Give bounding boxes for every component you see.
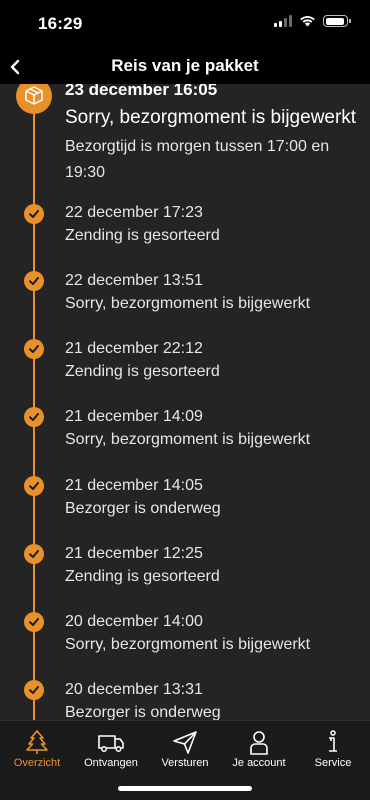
list-item: 20 december 14:00 Sorry, bezorgmoment is… (65, 612, 362, 655)
list-item: 22 december 13:51 Sorry, bezorgmoment is… (65, 271, 362, 314)
tab-overzicht[interactable]: Overzicht (0, 725, 74, 777)
tab-label: Service (314, 757, 352, 769)
checkmark-icon (29, 618, 39, 626)
event-date: 21 december 12:25 (65, 545, 203, 562)
header: 16:29 Reis van je pakket (0, 0, 370, 84)
checkmark-icon (29, 550, 39, 558)
latest-event-detail: Bezorgtijd is morgen tussen 17:00 en 19:… (65, 138, 330, 181)
tab-label: Versturen (161, 757, 209, 769)
battery-icon (323, 15, 351, 27)
event-date: 22 december 17:23 (65, 204, 203, 221)
home-indicator[interactable] (118, 786, 252, 791)
event-date: 21 december 22:12 (65, 340, 203, 357)
tab-ontvangen[interactable]: Ontvangen (74, 725, 148, 777)
info-icon (329, 730, 337, 752)
screen: 16:29 Reis van je pakket 23 december 16:… (0, 0, 370, 800)
tab-service[interactable]: Service (296, 725, 370, 777)
check-node (24, 271, 44, 291)
tab-label: Overzicht (13, 757, 61, 769)
event-title: Sorry, bezorgmoment is bijgewerkt (65, 636, 311, 653)
check-node (24, 544, 44, 564)
check-node (24, 612, 44, 632)
event-date: 20 december 14:00 (65, 613, 203, 630)
check-node (24, 680, 44, 700)
event-title: Sorry, bezorgmoment is bijgewerkt (65, 295, 311, 312)
checkmark-icon (29, 482, 39, 490)
paper-plane-icon (173, 731, 197, 754)
event-date: 22 december 13:51 (65, 272, 203, 289)
status-time: 16:29 (38, 14, 83, 33)
page-title: Reis van je pakket (111, 56, 259, 75)
checkmark-icon (29, 210, 39, 218)
event-date: 20 december 13:31 (65, 681, 203, 698)
event-date: 21 december 14:05 (65, 477, 203, 494)
event-title: Zending is gesorteerd (65, 363, 220, 380)
event-title: Zending is gesorteerd (65, 227, 220, 244)
tab-versturen[interactable]: Versturen (148, 725, 222, 777)
checkmark-icon (29, 686, 39, 694)
checkmark-icon (29, 345, 39, 353)
latest-event-title: Sorry, bezorgmoment is bijgewerkt (65, 107, 357, 128)
latest-event: 23 december 16:05 Sorry, bezorgmoment is… (65, 84, 362, 186)
latest-event-date: 23 december 16:05 (65, 84, 218, 99)
event-title: Sorry, bezorgmoment is bijgewerkt (65, 431, 311, 448)
list-item: 21 december 12:25 Zending is gesorteerd (65, 544, 362, 587)
event-title: Bezorger is onderweg (65, 500, 221, 517)
checkmark-icon (29, 277, 39, 285)
list-item: 22 december 17:23 Zending is gesorteerd (65, 203, 362, 246)
wifi-icon (300, 16, 315, 27)
event-title: Bezorger is onderweg (65, 704, 221, 720)
tree-icon (26, 730, 48, 754)
event-date: 21 december 14:09 (65, 408, 203, 425)
person-icon (250, 731, 268, 755)
package-icon (25, 86, 43, 105)
check-node (24, 476, 44, 496)
check-node (24, 204, 44, 224)
tracking-timeline: 23 december 16:05 Sorry, bezorgmoment is… (0, 84, 370, 720)
list-item: 21 december 14:05 Bezorger is onderweg (65, 476, 362, 519)
check-node (24, 407, 44, 427)
list-item: 20 december 13:31 Bezorger is onderweg (65, 680, 362, 720)
check-node (24, 339, 44, 359)
status-icons (274, 15, 351, 27)
list-item: 21 december 14:09 Sorry, bezorgmoment is… (65, 407, 362, 450)
cellular-signal-icon (274, 15, 292, 27)
van-icon (98, 735, 124, 752)
package-node (16, 84, 52, 114)
list-item: 21 december 22:12 Zending is gesorteerd (65, 339, 362, 382)
tab-label: Je account (232, 757, 286, 769)
tab-label: Ontvangen (84, 757, 138, 769)
tab-je-account[interactable]: Je account (222, 725, 296, 777)
checkmark-icon (29, 413, 39, 421)
event-title: Zending is gesorteerd (65, 568, 220, 585)
